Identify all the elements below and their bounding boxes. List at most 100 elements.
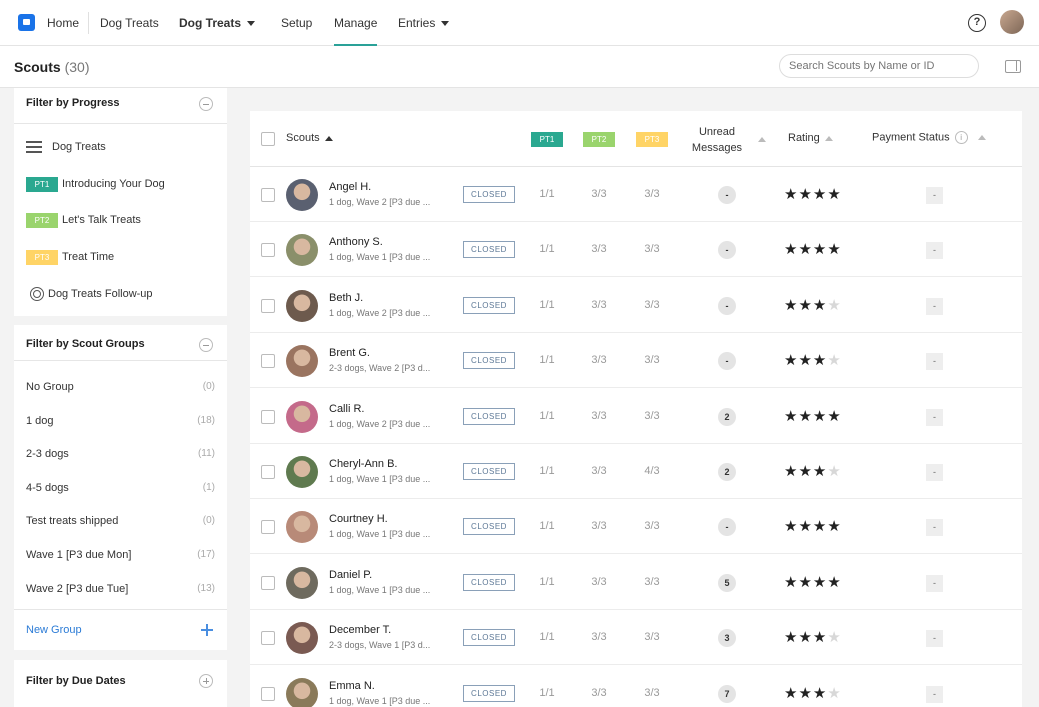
unread-count-badge[interactable]: 7 [718,684,736,703]
nav-setup[interactable]: Setup [281,0,312,46]
unread-count-badge[interactable]: 2 [718,463,736,481]
table-row[interactable]: Emma N. 1 dog, Wave 1 [P3 due ... CLOSED 1/… [250,666,1022,707]
scout-name[interactable]: Courtney H. [329,513,388,525]
table-row[interactable]: Daniel P. 1 dog, Wave 1 [P3 due ... CLOSED… [250,555,1022,610]
collapse-icon[interactable] [199,97,213,111]
rating-stars[interactable]: ★★★★ [784,407,842,425]
column-header-scouts[interactable]: Scouts [286,132,333,144]
avatar[interactable] [286,345,318,378]
progress-item-pt1[interactable]: PT1 Introducing Your Dog [26,175,165,193]
scout-name[interactable]: Angel H. [329,181,371,193]
scout-name[interactable]: Anthony S. [329,236,383,248]
payment-status[interactable]: - [926,464,943,481]
avatar[interactable] [286,289,318,322]
column-header-payment[interactable]: Payment Status i [872,131,986,144]
side-panel-toggle-icon[interactable] [1005,60,1021,73]
rating-stars[interactable]: ★★★★ [784,684,842,702]
column-header-pt2[interactable]: PT2 [583,132,615,147]
row-checkbox[interactable] [261,243,275,258]
table-row[interactable]: Cheryl-Ann B. 1 dog, Wave 1 [P3 due ... CL… [250,444,1022,499]
table-row[interactable]: December T. 2-3 dogs, Wave 1 [P3 d... CLOS… [250,610,1022,666]
row-checkbox[interactable] [261,465,275,479]
payment-status[interactable]: - [926,297,943,315]
new-group-link[interactable]: New Group [26,622,82,638]
scout-name[interactable]: Emma N. [329,680,375,692]
table-row[interactable]: Beth J. 1 dog, Wave 2 [P3 due ... CLOSED 1/… [250,278,1022,333]
avatar[interactable] [286,677,318,707]
avatar[interactable] [286,622,318,655]
rating-stars[interactable]: ★★★★ [784,462,842,480]
column-header-unread[interactable]: Unread Messages [691,124,743,156]
row-checkbox[interactable] [261,354,275,369]
scout-name[interactable]: Cheryl-Ann B. [329,458,397,470]
unread-count-badge[interactable]: - [718,296,736,315]
payment-status[interactable]: - [926,519,943,537]
scout-name[interactable]: December T. [329,624,391,636]
user-avatar[interactable] [1000,10,1024,34]
payment-status[interactable]: - [926,630,943,648]
unread-count-badge[interactable]: 3 [718,629,736,648]
row-checkbox[interactable] [261,298,275,313]
avatar[interactable] [286,456,318,488]
avatar[interactable] [286,179,318,211]
payment-status[interactable]: - [926,574,943,592]
info-icon[interactable]: i [954,131,968,144]
nav-dog-treats-project[interactable]: Dog Treats [100,0,159,46]
column-header-rating[interactable]: Rating [788,132,833,144]
scout-name[interactable]: Beth J. [329,292,363,304]
payment-status[interactable]: - [926,353,943,371]
rating-stars[interactable]: ★★★★ [784,240,842,258]
rating-stars[interactable]: ★★★★ [784,517,842,535]
unread-count-badge[interactable]: - [718,518,736,537]
progress-item-pt2[interactable]: PT2 Let's Talk Treats [26,211,141,229]
unread-count-badge[interactable]: - [718,241,736,260]
table-row[interactable]: Calli R. 1 dog, Wave 2 [P3 due ... CLOSED 1… [250,389,1022,444]
row-checkbox[interactable] [261,188,275,202]
unread-count-badge[interactable]: 5 [718,573,736,592]
progress-item-followup[interactable]: Dog Treats Follow-up [30,285,153,303]
nav-home[interactable]: Home [47,0,79,46]
group-item[interactable]: Wave 1 [P3 due Mon] (17) [26,547,215,563]
table-row[interactable]: Anthony S. 1 dog, Wave 1 [P3 due ... CLOSE… [250,222,1022,278]
expand-icon[interactable] [199,674,213,688]
scout-name[interactable]: Daniel P. [329,569,372,581]
group-item[interactable]: 1 dog (18) [26,413,215,429]
payment-status[interactable]: - [926,685,943,703]
progress-item-pt3[interactable]: PT3 Treat Time [26,248,114,266]
sort-icon[interactable] [758,137,766,142]
search-input[interactable] [779,54,979,78]
payment-status[interactable]: - [926,187,943,204]
row-checkbox[interactable] [261,520,275,535]
rating-stars[interactable]: ★★★★ [784,351,842,369]
table-row[interactable]: Brent G. 2-3 dogs, Wave 2 [P3 d... CLOSED 1… [250,333,1022,389]
column-header-pt1[interactable]: PT1 [531,132,563,147]
rating-stars[interactable]: ★★★★ [784,573,842,591]
unread-count-badge[interactable]: 2 [718,407,736,426]
avatar[interactable] [286,234,318,267]
nav-manage[interactable]: Manage [334,0,378,46]
scout-name[interactable]: Calli R. [329,403,364,415]
scout-name[interactable]: Brent G. [329,347,370,359]
group-item[interactable]: Test treats shipped (0) [26,513,215,529]
avatar[interactable] [286,566,318,599]
collapse-icon[interactable] [199,338,213,352]
payment-status[interactable]: - [926,408,943,426]
unread-count-badge[interactable]: - [718,186,736,204]
avatar[interactable] [286,511,318,544]
row-checkbox[interactable] [261,409,275,424]
group-item[interactable]: 2-3 dogs (11) [26,446,215,462]
avatar[interactable] [286,400,318,433]
rating-stars[interactable]: ★★★★ [784,628,842,646]
rating-stars[interactable]: ★★★★ [784,185,842,203]
app-logo-icon[interactable] [18,14,35,31]
progress-item-all[interactable]: Dog Treats [26,138,106,156]
table-row[interactable]: Courtney H. 1 dog, Wave 1 [P3 due ... CLOS… [250,499,1022,555]
table-row[interactable]: Angel H. 1 dog, Wave 2 [P3 due ... CLOSED 1… [250,167,1022,222]
help-icon[interactable]: ? [968,14,986,32]
row-checkbox[interactable] [261,575,275,590]
plus-icon[interactable] [201,624,213,636]
unread-count-badge[interactable]: - [718,352,736,371]
payment-status[interactable]: - [926,242,943,260]
row-checkbox[interactable] [261,686,275,701]
column-header-pt3[interactable]: PT3 [636,132,668,147]
